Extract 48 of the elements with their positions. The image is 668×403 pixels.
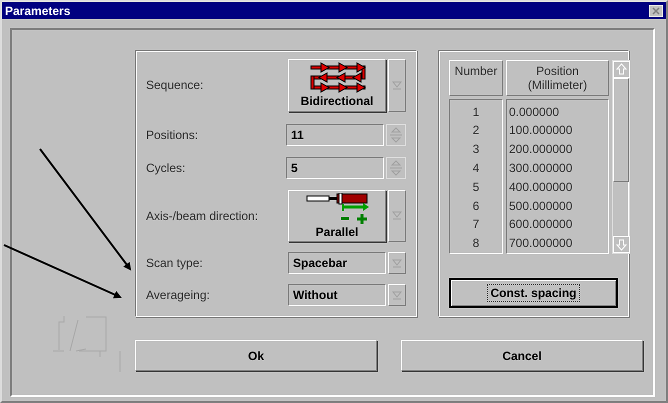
scrollbar[interactable]: [612, 60, 630, 254]
dropdown-button[interactable]: [388, 284, 406, 306]
column-header: Position (Millimeter): [506, 60, 609, 96]
table-cell-text: 5: [472, 178, 480, 196]
field-label: Averageing:: [146, 288, 210, 302]
field-label: Axis-/beam direction:: [146, 208, 258, 223]
dropdown-button[interactable]: [388, 59, 406, 112]
field-label: Sequence:: [146, 78, 204, 92]
table-cell-text: 1: [472, 104, 480, 121]
field-label: Scan type:: [146, 256, 203, 270]
caret-icon: [392, 290, 402, 300]
table-cell-text: 3: [472, 141, 480, 158]
image-select-button[interactable]: Parallel: [288, 190, 386, 242]
table-cell-text: 700.000000: [508, 235, 574, 252]
table-cell-text: 8: [472, 235, 480, 252]
window-title: Parameters: [5, 4, 70, 18]
number-field[interactable]: 5: [286, 156, 384, 178]
dropdown-field[interactable]: Spacebar: [288, 252, 386, 274]
table-cell-text: 300.000000: [508, 160, 574, 178]
table-cell-text: 600.000000: [508, 216, 574, 234]
table-cell-text: 4: [472, 160, 480, 178]
table-cell-text: 400.000000: [508, 178, 574, 196]
table-cell-text: 200.000000: [508, 141, 574, 158]
table-cell-text: 0.000000: [508, 104, 560, 121]
field-label: Positions:: [146, 128, 198, 142]
table-cell-text: 100.000000: [508, 122, 574, 140]
beam-direction-icon: [305, 192, 369, 225]
number-field[interactable]: 11: [286, 124, 384, 146]
table-cell-text: 6: [472, 198, 480, 215]
dropdown-field[interactable]: Without: [288, 284, 386, 306]
table-cell-text: 500.000000: [508, 198, 574, 215]
dropdown-button[interactable]: [388, 252, 406, 274]
scroll-thumb[interactable]: [613, 78, 629, 182]
dialog-button[interactable]: Ok: [135, 340, 377, 371]
caret-icon: [392, 80, 402, 90]
close-icon[interactable]: [649, 4, 663, 16]
image-select-button[interactable]: Bidirectional: [288, 59, 386, 112]
table-cell-text: 7: [472, 216, 480, 234]
const-spacing-button[interactable]: Const. spacing: [449, 278, 618, 308]
caret-icon: [392, 211, 402, 220]
column-header: Number: [449, 60, 503, 96]
caret-icon: [392, 258, 402, 268]
spin-arrows-icon: [389, 158, 403, 178]
table-cell-text: 2: [472, 122, 480, 140]
dropdown-button[interactable]: [388, 190, 406, 242]
field-label: Cycles:: [146, 160, 186, 174]
spin-arrows-icon: [389, 124, 403, 144]
dialog-button[interactable]: Cancel: [401, 340, 643, 371]
